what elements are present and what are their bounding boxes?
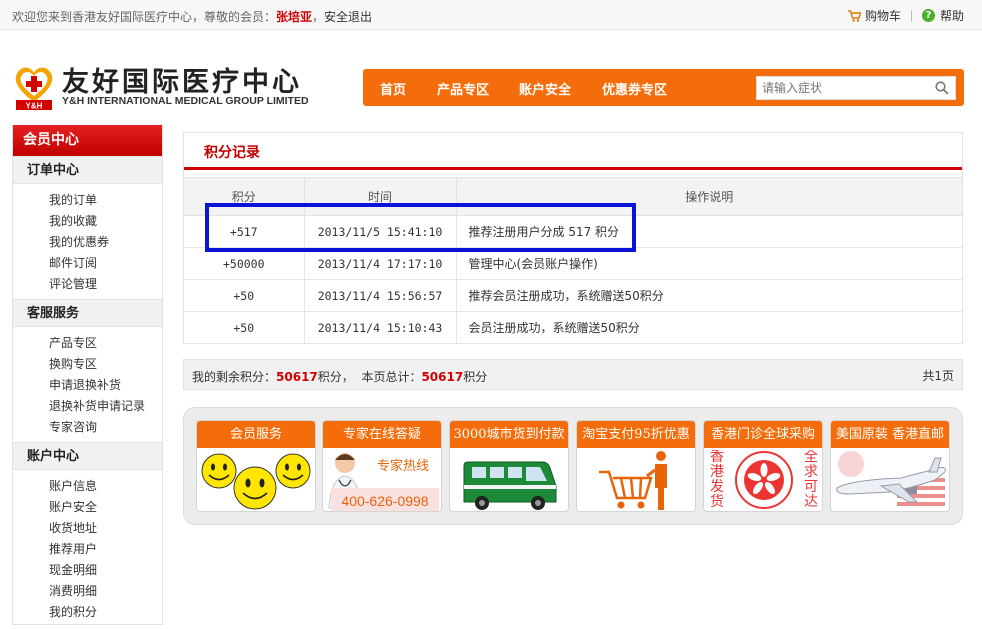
remaining-label: 我的剩余积分： xyxy=(192,370,277,384)
sidebar-item-exchange[interactable]: 换购专区 xyxy=(49,354,162,375)
sidebar-item-products[interactable]: 产品专区 xyxy=(49,333,162,354)
sidebar-item-favorites[interactable]: 我的收藏 xyxy=(49,211,162,232)
sidebar-section-account: 账户中心 xyxy=(13,442,162,470)
promo-card-taobao-discount[interactable]: 淘宝支付95折优惠 xyxy=(576,420,696,512)
divider xyxy=(910,9,912,22)
sidebar-section-orders: 订单中心 xyxy=(13,156,162,184)
top-bar: 欢迎您来到香港友好国际医疗中心，尊敬的会员：张培亚，安全退出 购物车 ? 帮助 xyxy=(0,0,982,30)
cell-points: +50 xyxy=(184,279,305,312)
promo-card-title: 香港门诊全球采购 xyxy=(704,421,822,448)
sidebar-list-account: 账户信息 账户安全 收货地址 推荐用户 现金明细 消费明细 我的积分 xyxy=(13,470,162,627)
top-links: 购物车 ? 帮助 xyxy=(847,7,964,24)
sidebar-item-reviews[interactable]: 评论管理 xyxy=(49,274,162,295)
promo-card-hk-clinic[interactable]: 香港门诊全球采购 香港发货 全求可达 xyxy=(703,420,823,512)
cell-desc: 管理中心(会员账户操作) xyxy=(456,247,962,280)
cell-desc: 推荐会员注册成功，系统赠送50积分 xyxy=(456,279,962,312)
welcome-prefix: 欢迎您来到香港友好国际医疗中心，尊敬的会员： xyxy=(12,10,277,24)
doctor-icon: 专家热线 400-626-0998 xyxy=(328,453,439,511)
member-sidebar: 会员中心 订单中心 我的订单 我的收藏 我的优惠券 邮件订阅 评论管理 客服服务… xyxy=(12,125,163,625)
summary-text: 我的剩余积分：50617积分， 本页总计：50617积分 xyxy=(192,368,487,385)
sidebar-title: 会员中心 xyxy=(13,125,162,156)
sidebar-item-coupons[interactable]: 我的优惠券 xyxy=(49,232,162,253)
cell-desc: 会员注册成功，系统赠送50积分 xyxy=(456,311,962,344)
promo-card-title: 美国原装 香港直邮 xyxy=(831,421,949,448)
sidebar-section-service: 客服服务 xyxy=(13,299,162,327)
table-row: +50000 2013/11/4 17:17:10 管理中心(会员账户操作) xyxy=(184,247,962,280)
promo-card-member-service[interactable]: 会员服务 xyxy=(196,420,316,512)
hk-ship-text: 香港发货 xyxy=(710,450,724,510)
help-label: 帮助 xyxy=(939,9,964,23)
promo-card-title: 会员服务 xyxy=(197,421,315,448)
cell-points: +50000 xyxy=(184,247,305,280)
cart-label: 购物车 xyxy=(864,9,901,23)
smiley-faces-icon xyxy=(201,453,311,510)
cart-icon xyxy=(847,9,861,22)
cell-time: 2013/11/4 15:56:57 xyxy=(304,279,457,312)
remaining-unit: 积分 xyxy=(317,370,342,384)
sidebar-item-account-info[interactable]: 账户信息 xyxy=(49,476,162,497)
promo-card-us-original[interactable]: 美国原装 香港直邮 xyxy=(830,420,950,512)
username: 张培亚 xyxy=(276,10,313,24)
logo-name-cn: 友好国际医疗中心 xyxy=(62,67,302,98)
search-input[interactable] xyxy=(757,77,927,99)
sidebar-item-my-orders[interactable]: 我的订单 xyxy=(49,190,162,211)
sidebar-list-service: 产品专区 换购专区 申请退换补货 退换补货申请记录 专家咨询 xyxy=(13,327,162,442)
shopping-cart-icon xyxy=(599,451,667,510)
global-reach-text: 全求可达 xyxy=(804,450,818,510)
panel-title: 积分记录 xyxy=(184,133,962,170)
nav-home[interactable]: 首页 xyxy=(380,79,406,98)
promo-card-cash-on-delivery[interactable]: 3000城市货到付款 xyxy=(449,420,569,512)
promo-card-title: 淘宝支付95折优惠 xyxy=(577,421,695,448)
nav-products[interactable]: 产品专区 xyxy=(437,79,489,98)
sidebar-item-referrals[interactable]: 推荐用户 xyxy=(49,539,162,560)
logo-heart-cross-icon: Y&H xyxy=(15,67,53,111)
logo-badge: Y&H xyxy=(26,102,43,111)
summary-sep: ， xyxy=(341,370,354,384)
page-count: 共1页 xyxy=(922,369,954,383)
hotline-number: 400-626-0998 xyxy=(341,493,428,509)
cart-link[interactable]: 购物车 xyxy=(847,7,901,24)
sidebar-item-subscriptions[interactable]: 邮件订阅 xyxy=(49,253,162,274)
nav-coupons[interactable]: 优惠券专区 xyxy=(602,79,667,98)
logout-link[interactable]: 安全退出 xyxy=(324,10,372,24)
page-total-unit: 积分 xyxy=(463,370,488,384)
remaining-value: 50617 xyxy=(276,370,318,384)
search-icon[interactable] xyxy=(935,81,949,95)
promo-card-title: 3000城市货到付款 xyxy=(450,421,568,448)
table-row: +50 2013/11/4 15:10:43 会员注册成功，系统赠送50积分 xyxy=(184,311,962,344)
promo-card-expert-qa[interactable]: 专家在线答疑 专家热线 400-626-0998 xyxy=(322,420,442,512)
sidebar-item-return-records[interactable]: 退换补货申请记录 xyxy=(49,396,162,417)
sidebar-item-return-request[interactable]: 申请退换补货 xyxy=(49,375,162,396)
hk-emblem-icon: 香港发货 全求可达 xyxy=(710,450,818,510)
points-summary: 我的剩余积分：50617积分， 本页总计：50617积分 共1页 xyxy=(183,359,963,390)
cell-time: 2013/11/4 15:10:43 xyxy=(304,311,457,344)
promo-banner: 会员服务 专家在线答疑 专家热线 400-626-0998 3000城市货到付款… xyxy=(183,407,963,525)
page-total-label: 本页总计： xyxy=(361,370,422,384)
search-box xyxy=(756,76,956,100)
page-total-value: 50617 xyxy=(421,370,464,384)
sidebar-item-expert-consult[interactable]: 专家咨询 xyxy=(49,417,162,438)
help-icon: ? xyxy=(921,9,935,22)
nav-account-security[interactable]: 账户安全 xyxy=(519,79,571,98)
site-logo[interactable]: Y&H 友好国际医疗中心 Y&H INTERNATIONAL MEDICAL G… xyxy=(12,58,342,114)
cell-points: +50 xyxy=(184,311,305,344)
sidebar-item-address[interactable]: 收货地址 xyxy=(49,518,162,539)
sidebar-item-my-points[interactable]: 我的积分 xyxy=(49,602,162,623)
cell-time: 2013/11/4 17:17:10 xyxy=(304,247,457,280)
sidebar-list-orders: 我的订单 我的收藏 我的优惠券 邮件订阅 评论管理 xyxy=(13,184,162,299)
highlight-box xyxy=(205,203,636,252)
airplane-icon xyxy=(836,451,946,508)
main-nav: 首页 产品专区 账户安全 优惠券专区 xyxy=(363,69,964,106)
sidebar-item-cash-detail[interactable]: 现金明细 xyxy=(49,560,162,581)
promo-card-title: 专家在线答疑 xyxy=(323,421,441,448)
help-link[interactable]: ? 帮助 xyxy=(921,7,964,24)
table-row: +50 2013/11/4 15:56:57 推荐会员注册成功，系统赠送50积分 xyxy=(184,279,962,312)
hotline-label: 专家热线 xyxy=(377,458,429,474)
sidebar-item-spending-detail[interactable]: 消费明细 xyxy=(49,581,162,602)
logo-name-en: Y&H INTERNATIONAL MEDICAL GROUP LIMITED xyxy=(62,95,309,107)
welcome-text: 欢迎您来到香港友好国际医疗中心，尊敬的会员：张培亚，安全退出 xyxy=(12,10,373,24)
delivery-van-icon xyxy=(463,461,557,510)
sidebar-item-account-security[interactable]: 账户安全 xyxy=(49,497,162,518)
